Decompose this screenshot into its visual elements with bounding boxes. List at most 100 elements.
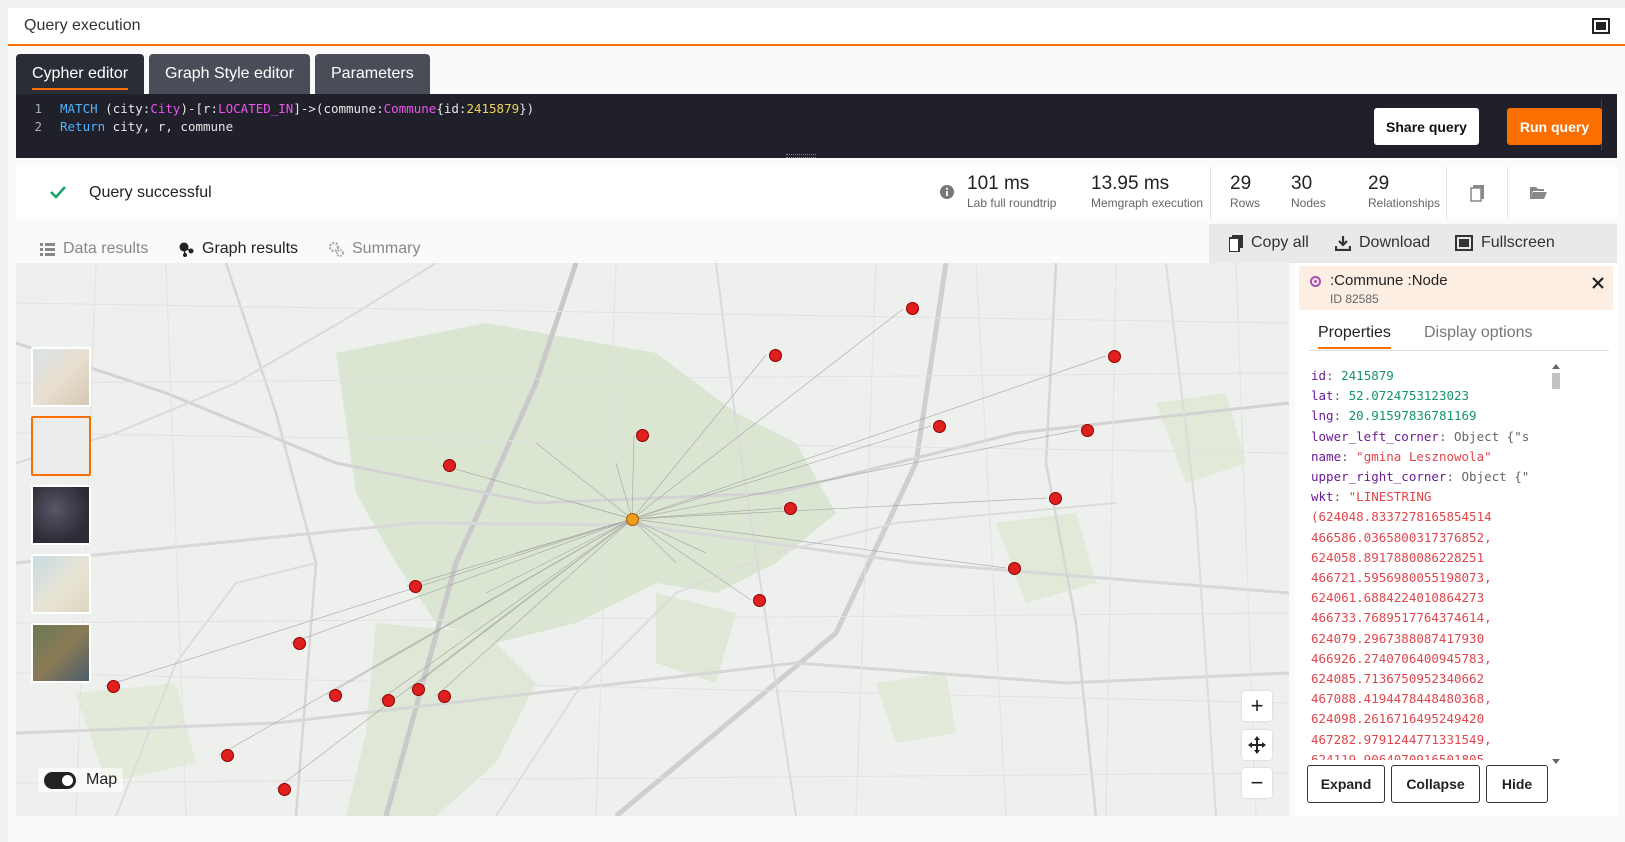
map-style-thumb-selected[interactable] [31,416,91,476]
tab-cypher-editor[interactable]: Cypher editor [16,54,145,94]
tab-data-results[interactable]: Data results [40,236,148,262]
close-icon[interactable] [1591,276,1605,290]
graph-node-city[interactable] [1081,424,1094,437]
wkt-line: 624058.8917880086228251 [1311,549,1485,565]
wkt-line: 624079.2967388087417930 [1311,630,1485,646]
graph-node-city[interactable] [278,783,291,796]
graph-node-city[interactable] [438,690,451,703]
share-query-button[interactable]: Share query [1374,108,1479,145]
graph-node-city[interactable] [443,459,456,472]
code-keyword: Return [60,119,106,134]
window-header: Query execution [8,8,1625,46]
map-toggle-switch[interactable] [44,771,76,789]
query-status-bar: Query successful 101 ms Lab full roundtr… [16,167,1617,219]
tab-display-options[interactable]: Display options [1424,324,1533,342]
collapse-button[interactable]: Collapse [1391,765,1480,803]
metric-label: Rows [1230,196,1261,210]
graph-node-city[interactable] [769,349,782,362]
move-icon [1248,736,1266,754]
result-tabs: Data results Graph results Summary [16,229,1209,265]
code-line: 1 MATCH (city:City)-[r:LOCATED_IN]->(comm… [16,100,1556,118]
graph-node-city[interactable] [1108,350,1121,363]
zoom-in-button[interactable]: + [1242,691,1272,721]
editor-scrollbar[interactable] [1601,100,1611,150]
node-type-icon [1310,276,1321,287]
code-text: {id: [436,101,467,116]
properties-scrollbar[interactable] [1550,362,1562,766]
map-style-thumb[interactable] [31,623,91,683]
graph-map-view[interactable]: + − Map [16,263,1289,816]
tab-label: Parameters [331,65,414,82]
metric-label: Nodes [1291,196,1326,210]
property-value: 52.0724753123023 [1348,388,1470,404]
graph-node-city[interactable] [753,594,766,607]
tab-properties[interactable]: Properties [1318,324,1391,349]
property-row[interactable]: lower_left_corner: Object {"s [1311,427,1539,447]
editor-resize-handle[interactable] [786,154,816,158]
node-details-panel: :Commune :Node ID 82585 Properties Displ… [1295,263,1617,816]
metric-label: Lab full roundtrip [967,196,1057,210]
maximize-icon[interactable] [1591,16,1611,36]
hide-button[interactable]: Hide [1486,765,1548,803]
graph-node-city[interactable] [293,637,306,650]
divider [1309,350,1609,351]
info-icon[interactable] [939,184,955,200]
map-style-thumb[interactable] [31,554,91,614]
graph-node-city[interactable] [784,502,797,515]
property-value: "LINESTRING [1348,489,1432,505]
property-value: 20.91597836781169 [1348,408,1477,424]
check-icon [50,186,66,199]
table-icon [40,242,55,256]
divider [1507,167,1508,219]
graph-node-city[interactable] [329,689,342,702]
graph-node-city[interactable] [382,694,395,707]
wkt-line: 467282.9791244771331549, [1311,731,1492,747]
graph-node-city[interactable] [107,680,120,693]
fullscreen-button[interactable]: Fullscreen [1455,234,1555,252]
download-button[interactable]: Download [1335,234,1430,252]
property-row: wkt: "LINESTRING [1311,489,1432,505]
property-row: lng: 20.91597836781169 [1311,408,1477,424]
metric-value: 29 [1230,173,1252,194]
property-key: lng [1311,408,1334,424]
map-toggle: Map [38,768,124,792]
graph-node-city[interactable] [906,302,919,315]
property-key: wkt [1311,489,1334,505]
cypher-editor[interactable]: 1 MATCH (city:City)-[r:LOCATED_IN]->(comm… [16,94,1617,158]
copy-all-button[interactable]: Copy all [1229,234,1309,252]
graph-node-city[interactable] [409,580,422,593]
query-execution-window: Query execution Cypher editor Graph Styl… [8,8,1625,842]
tab-parameters[interactable]: Parameters [315,54,430,94]
graph-icon [179,242,194,257]
map-style-thumb[interactable] [31,347,91,407]
wkt-line: 624119.9064070916501805 [1311,751,1485,760]
editor-tabs: Cypher editor Graph Style editor Paramet… [16,54,430,94]
tab-graph-results[interactable]: Graph results [179,236,299,265]
tab-graph-style-editor[interactable]: Graph Style editor [149,54,310,94]
metric-value: 13.95 ms [1091,173,1170,194]
node-details-header: :Commune :Node ID 82585 [1299,266,1613,310]
line-number: 1 [34,101,42,116]
copy-icon[interactable] [1468,183,1488,203]
wkt-line: 466926.2740706400945783, [1311,650,1492,666]
graph-node-city[interactable] [1049,492,1062,505]
center-map-button[interactable] [1242,730,1272,760]
graph-node-commune[interactable] [626,513,639,526]
tab-summary[interactable]: Summary [328,236,420,262]
status-text: Query successful [89,184,212,201]
graph-node-city[interactable] [933,420,946,433]
property-value: Object {"s [1454,428,1530,444]
expand-button[interactable]: Expand [1307,765,1385,803]
graph-node-city[interactable] [636,429,649,442]
zoom-out-button[interactable]: − [1242,768,1272,798]
metric-value: 30 [1291,173,1313,194]
graph-node-city[interactable] [221,749,234,762]
run-query-button[interactable]: Run query [1507,108,1602,145]
graph-node-city[interactable] [412,683,425,696]
graph-node-city[interactable] [1008,562,1021,575]
property-row[interactable]: upper_right_corner: Object {" [1311,467,1539,487]
folder-open-icon[interactable] [1528,183,1548,203]
fullscreen-icon [1455,235,1473,251]
map-style-thumb[interactable] [31,485,91,545]
divider [1446,167,1447,219]
